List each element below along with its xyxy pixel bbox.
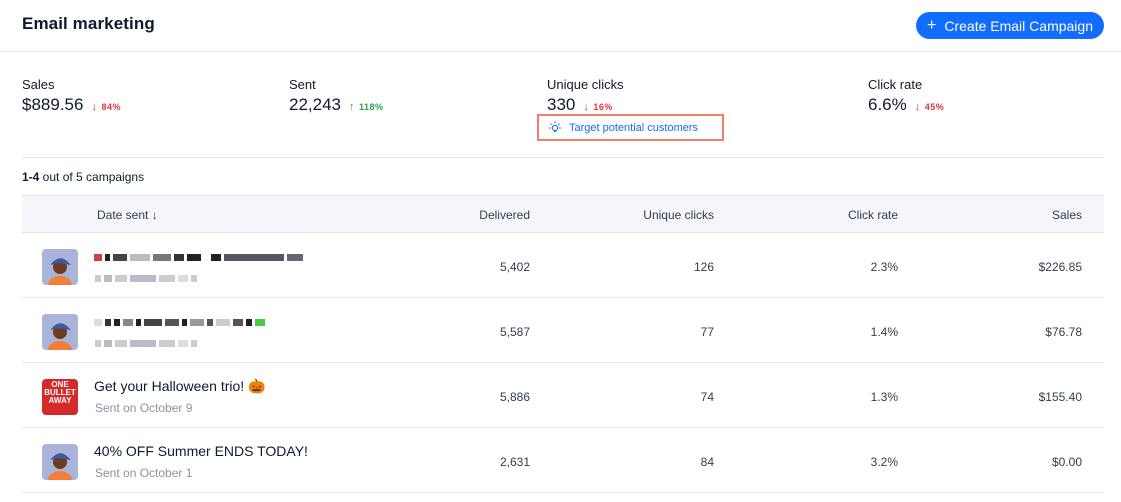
campaigns-table: Date sent ↓ Delivered Unique clicks Clic… (22, 195, 1104, 493)
stat-label: Click rate (868, 77, 923, 92)
cell-delivered: 2,631 (499, 455, 530, 469)
stat-value: 22,243 (289, 95, 341, 114)
stat-value: 6.6% (868, 95, 907, 114)
count-rest: out of 5 campaigns (39, 170, 145, 184)
cell-unique-clicks: 126 (693, 260, 714, 274)
cell-click-rate: 2.3% (870, 260, 898, 274)
redacted-campaign-name (94, 252, 303, 262)
cell-delivered: 5,587 (499, 325, 530, 339)
redacted-campaign-name (94, 317, 265, 327)
count-range: 1-4 (22, 170, 40, 184)
stat-value: 330 (547, 95, 576, 114)
campaign-count: 1-4 out of 5 campaigns (22, 170, 144, 184)
avatar-thumbnail (42, 249, 78, 285)
table-header: Date sent ↓ Delivered Unique clicks Clic… (22, 195, 1104, 233)
stat-label: Sent (289, 77, 316, 92)
avatar-thumbnail (42, 314, 78, 350)
trend-value: 45% (924, 102, 945, 112)
target-potential-customers-link[interactable]: Target potential customers (537, 114, 724, 141)
arrow-down-icon: ↓ (91, 101, 98, 113)
create-email-campaign-button[interactable]: + Create Email Campaign (916, 12, 1104, 39)
page-header: Email marketing + Create Email Campaign (0, 0, 1121, 52)
campaign-name[interactable]: Get your Halloween trio! 🎃 (94, 378, 266, 395)
divider (22, 157, 1104, 158)
trend-value: 118% (359, 102, 384, 112)
trend-value: 84% (101, 102, 121, 112)
stat-sent: Sent 22,243 ↑ 118% (289, 77, 384, 115)
trend-value: 16% (593, 102, 613, 112)
cell-unique-clicks: 74 (700, 390, 714, 404)
arrow-up-icon: ↑ (349, 101, 355, 113)
stat-label: Unique clicks (547, 77, 624, 92)
create-button-label: Create Email Campaign (944, 17, 1093, 34)
cell-unique-clicks: 77 (700, 325, 714, 339)
campaign-name[interactable]: 40% OFF Summer ENDS TODAY! (94, 443, 308, 459)
trend-badge: ↓ 16% (583, 101, 613, 113)
avatar-thumbnail (42, 444, 78, 480)
column-sales[interactable]: Sales (1052, 208, 1082, 222)
cell-sales: $155.40 (1038, 390, 1082, 404)
table-row[interactable]: 5,587 77 1.4% $76.78 (22, 298, 1104, 363)
cell-sales: $226.85 (1038, 260, 1082, 274)
lightbulb-icon (549, 121, 561, 132)
cover-text: AWAY (48, 396, 72, 405)
table-row[interactable]: 5,402 126 2.3% $226.85 (22, 233, 1104, 298)
column-unique-clicks[interactable]: Unique clicks (643, 208, 714, 222)
column-date-sent[interactable]: Date sent ↓ (97, 208, 158, 222)
cell-sales: $0.00 (1051, 455, 1082, 469)
page-title: Email marketing (22, 14, 155, 33)
redacted-campaign-subtitle (95, 273, 197, 283)
target-link-label: Target potential customers (569, 121, 699, 134)
cell-click-rate: 1.4% (870, 325, 898, 339)
redacted-campaign-subtitle (95, 338, 197, 348)
arrow-down-icon: ↓ (583, 101, 590, 113)
trend-badge: ↓ 45% (915, 101, 945, 113)
table-row[interactable]: ONE BULLET AWAY Get your Halloween trio!… (22, 363, 1104, 428)
campaign-sent-date: Sent on October 1 (95, 466, 193, 480)
cell-unique-clicks: 84 (700, 455, 714, 469)
cell-click-rate: 1.3% (870, 390, 898, 404)
stat-label: Sales (22, 77, 55, 92)
trend-badge: ↓ 84% (91, 101, 121, 113)
cell-click-rate: 3.2% (870, 455, 898, 469)
plus-icon: + (927, 16, 937, 34)
stat-click-rate: Click rate 6.6% ↓ 45% (868, 77, 944, 115)
arrow-down-icon: ↓ (914, 101, 921, 113)
stats-summary: Sales $889.56 ↓ 84% Sent 22,243 ↑ 118% Uni… (0, 52, 1121, 158)
column-delivered[interactable]: Delivered (479, 208, 530, 222)
book-cover-thumbnail: ONE BULLET AWAY (42, 379, 78, 415)
stat-unique-clicks: Unique clicks 330 ↓ 16% (547, 77, 624, 115)
cell-delivered: 5,886 (499, 390, 530, 404)
stat-value: $889.56 (22, 95, 84, 114)
campaign-sent-date: Sent on October 9 (95, 401, 193, 415)
table-row[interactable]: 40% OFF Summer ENDS TODAY! Sent on Octob… (22, 428, 1104, 493)
cell-delivered: 5,402 (499, 260, 530, 274)
column-click-rate[interactable]: Click rate (848, 208, 898, 222)
cell-sales: $76.78 (1045, 325, 1082, 339)
trend-badge: ↑ 118% (349, 101, 384, 113)
stat-sales: Sales $889.56 ↓ 84% (22, 77, 121, 115)
